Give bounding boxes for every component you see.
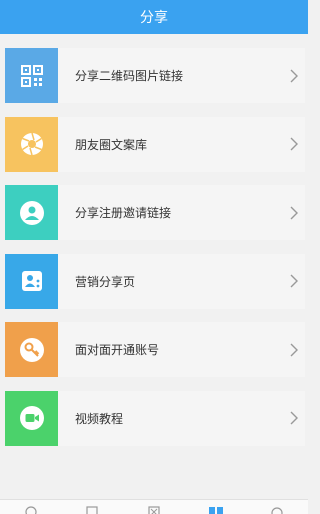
menu-item-moments-copy[interactable]: 朋友圈文案库 xyxy=(5,116,305,172)
key-icon xyxy=(5,322,58,377)
menu-item-marketing-page[interactable]: 营销分享页 xyxy=(5,253,305,309)
user-invite-icon xyxy=(5,185,58,240)
chevron-right-icon xyxy=(283,390,305,446)
chevron-right-icon xyxy=(283,48,305,103)
chevron-right-icon xyxy=(283,253,305,309)
share-menu-list: 分享二维码图片链接 朋友圈文案库 分享注册邀请链接 营销分享页 面对面开通账号 … xyxy=(5,48,305,459)
menu-item-label: 分享注册邀请链接 xyxy=(58,185,283,240)
tab-icon-5[interactable] xyxy=(269,504,285,514)
menu-item-label: 面对面开通账号 xyxy=(58,322,283,377)
menu-item-label: 视频教程 xyxy=(58,390,283,446)
camera-aperture-icon xyxy=(5,116,58,172)
menu-item-open-account[interactable]: 面对面开通账号 xyxy=(5,322,305,377)
menu-item-qr-link[interactable]: 分享二维码图片链接 xyxy=(5,48,305,103)
chevron-right-icon xyxy=(283,185,305,240)
menu-item-invite-link[interactable]: 分享注册邀请链接 xyxy=(5,185,305,240)
menu-item-label: 分享二维码图片链接 xyxy=(58,48,283,103)
share-profile-icon xyxy=(5,253,58,309)
tab-icon-1[interactable] xyxy=(23,504,39,514)
menu-item-label: 朋友圈文案库 xyxy=(58,116,283,172)
tab-icon-share[interactable] xyxy=(208,504,224,514)
qr-code-icon xyxy=(5,48,58,103)
chevron-right-icon xyxy=(283,116,305,172)
bottom-tab-bar xyxy=(0,499,308,514)
tab-icon-3[interactable] xyxy=(146,504,162,514)
tab-icon-2[interactable] xyxy=(84,504,100,514)
menu-item-label: 营销分享页 xyxy=(58,253,283,309)
chevron-right-icon xyxy=(283,322,305,377)
page-title: 分享 xyxy=(140,10,168,26)
video-camera-icon xyxy=(5,390,58,446)
menu-item-video-tutorial[interactable]: 视频教程 xyxy=(5,390,305,446)
page-header: 分享 xyxy=(0,0,308,34)
